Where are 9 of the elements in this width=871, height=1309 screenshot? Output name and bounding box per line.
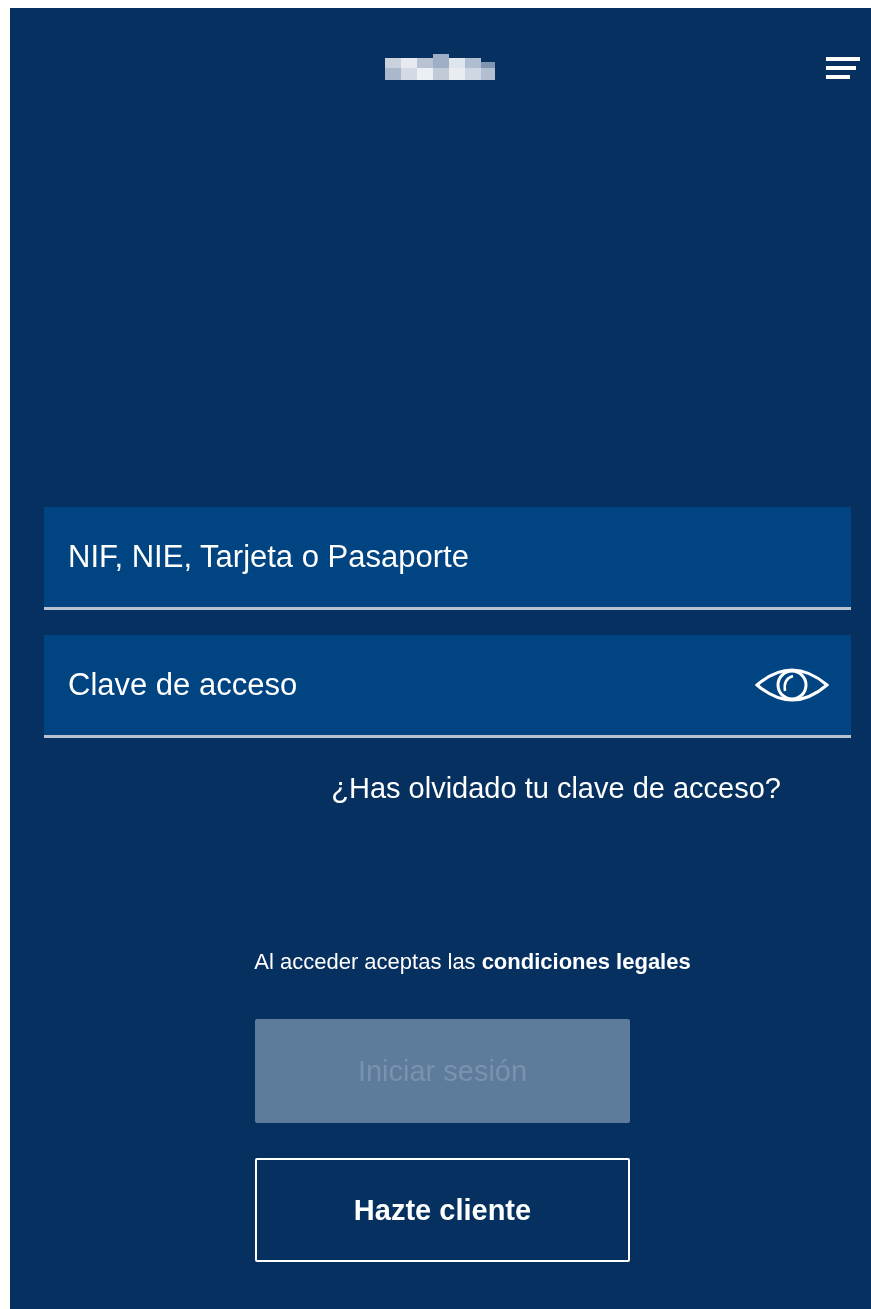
text-input[interactable]: NIF, NIE, Tarjeta o Pasaporte <box>68 539 829 575</box>
legal-text: Al acceder aceptas las <box>254 949 476 974</box>
text-input[interactable]: Clave de acceso <box>68 667 755 703</box>
legal-conditions-link[interactable]: condiciones legales <box>481 949 691 974</box>
signup-button[interactable]: Hazte cliente <box>255 1158 630 1262</box>
input-field[interactable]: NIF, NIE, Tarjeta o Pasaporte <box>44 507 851 610</box>
menu-icon[interactable] <box>826 55 860 81</box>
input-field[interactable]: Clave de acceso <box>44 635 851 738</box>
forgot-password-link[interactable]: ¿Has olvidado tu clave de acceso? <box>331 772 781 805</box>
